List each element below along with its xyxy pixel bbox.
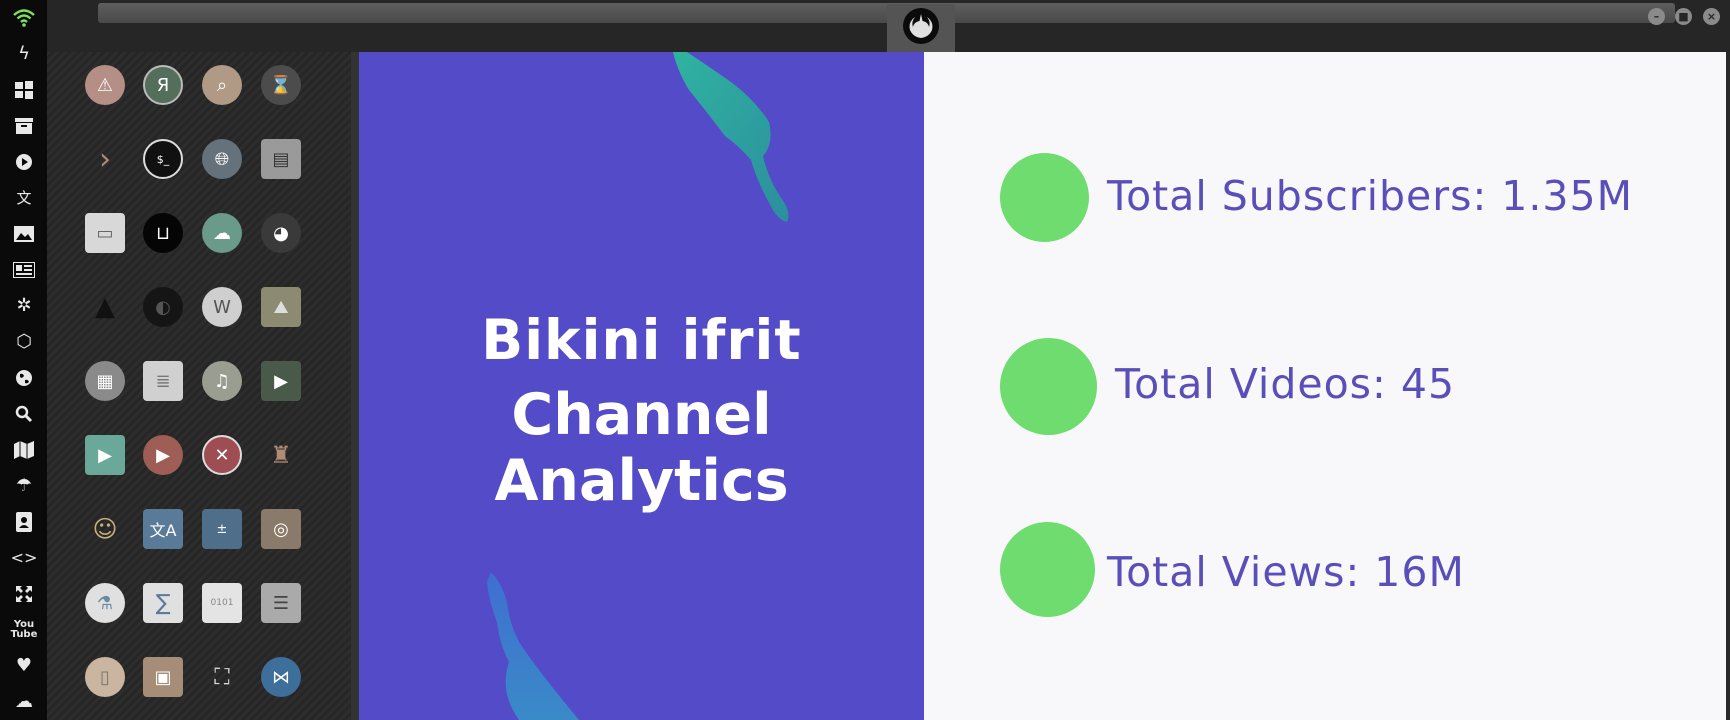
- minimize-button[interactable]: –: [1648, 8, 1665, 25]
- window-tab[interactable]: [887, 4, 955, 52]
- heart-icon[interactable]: ♥: [10, 652, 38, 680]
- expand-icon[interactable]: [10, 580, 38, 608]
- slide-stats-panel: Total Subscribers: 1.35M Total Videos: 4…: [924, 52, 1726, 720]
- document-icon[interactable]: ▯: [85, 657, 125, 697]
- slide-title-line2: Channel Analytics: [494, 382, 789, 514]
- search-icon[interactable]: [10, 400, 38, 428]
- video-icon[interactable]: ▶: [261, 361, 301, 401]
- media-player-icon[interactable]: ▶: [85, 435, 125, 475]
- notebook-icon[interactable]: ≣: [143, 361, 183, 401]
- calculator-icon[interactable]: ±: [202, 509, 242, 549]
- document-stack-icon[interactable]: ▦: [85, 361, 125, 401]
- stat-bullet-dot: [1000, 338, 1097, 435]
- binary-file-icon[interactable]: 0101: [202, 583, 242, 623]
- image-viewer-icon[interactable]: ▣: [143, 657, 183, 697]
- wifi-icon[interactable]: [10, 4, 38, 32]
- text-editor-icon[interactable]: ☰: [261, 583, 301, 623]
- close-circle-icon[interactable]: ✕: [202, 435, 242, 475]
- close-button[interactable]: ×: [1703, 8, 1720, 25]
- hourglass-icon[interactable]: ⌛: [261, 65, 301, 105]
- sigma-icon[interactable]: ∑: [143, 583, 183, 623]
- windows-icon[interactable]: [10, 76, 38, 104]
- lab-flask-icon[interactable]: ⚗: [85, 583, 125, 623]
- total-videos-stat: Total Videos: 45: [1115, 360, 1456, 408]
- video-player-icon[interactable]: ▶: [143, 435, 183, 475]
- world-map-icon[interactable]: ⛰: [261, 287, 301, 327]
- yandex-browser-icon[interactable]: Я: [143, 65, 183, 105]
- terminal-icon[interactable]: $_: [143, 139, 183, 179]
- wikipedia-icon[interactable]: W: [202, 287, 242, 327]
- vscode-icon[interactable]: ⋈: [261, 657, 301, 697]
- umbrella-icon[interactable]: ☂: [10, 472, 38, 500]
- warning-icon[interactable]: ⚠: [85, 65, 125, 105]
- youtube-icon[interactable]: You Tube: [10, 616, 38, 644]
- file-cabinet-icon[interactable]: ▤: [261, 139, 301, 179]
- contacts-icon[interactable]: [10, 508, 38, 536]
- c3po-icon[interactable]: ☺: [85, 509, 125, 549]
- cloud-icon[interactable]: ☁: [10, 688, 38, 716]
- music-icon[interactable]: ♫: [202, 361, 242, 401]
- presentation-icon[interactable]: ⛶: [202, 657, 242, 697]
- globe-icon[interactable]: [10, 364, 38, 392]
- archive-icon[interactable]: [10, 112, 38, 140]
- rebel-alliance-icon: [903, 8, 939, 44]
- slide-title-line1: Bikini ifrit: [481, 308, 802, 372]
- maximize-button[interactable]: ■: [1675, 8, 1692, 25]
- stat-bullet-dot: [1000, 522, 1095, 617]
- translator-icon[interactable]: 文A: [143, 509, 183, 549]
- window-right-edge: [1726, 52, 1730, 720]
- window-icon[interactable]: ▭: [85, 213, 125, 253]
- image-icon[interactable]: [10, 220, 38, 248]
- total-subscribers-stat: Total Subscribers: 1.35M: [1107, 172, 1633, 220]
- stat-bullet-dot: [1000, 153, 1089, 242]
- lightning-icon[interactable]: ϟ: [10, 40, 38, 68]
- news-icon[interactable]: [10, 256, 38, 284]
- camera-app-icon[interactable]: ◎: [261, 509, 301, 549]
- left-dock: ϟ 文 ✲ ⬡ ☂ <> You Tube ♥ ☁: [0, 0, 47, 720]
- death-star-icon[interactable]: ◐: [143, 287, 183, 327]
- panel-divider[interactable]: [351, 52, 359, 720]
- window-top-bar: – ■ ×: [47, 0, 1730, 52]
- terminal-chevron-icon[interactable]: ›: [85, 139, 125, 179]
- hexagon-icon[interactable]: ⬡: [10, 328, 38, 356]
- droid-icon[interactable]: ♜: [261, 435, 301, 475]
- play-circle-icon[interactable]: [10, 148, 38, 176]
- translate-icon[interactable]: 文: [10, 184, 38, 212]
- github-icon[interactable]: ◕: [261, 213, 301, 253]
- globe-icon[interactable]: 🌐︎: [202, 139, 242, 179]
- starfleet-icon[interactable]: ▲: [85, 287, 125, 327]
- code-icon[interactable]: <>: [10, 544, 38, 572]
- cloud-lock-icon[interactable]: ☁: [202, 213, 242, 253]
- bracket-app-icon[interactable]: ⊔: [143, 213, 183, 253]
- search-icon[interactable]: ⌕: [202, 65, 242, 105]
- slide-title-panel: Bikini ifrit Channel Analytics: [359, 52, 924, 720]
- total-views-stat: Total Views: 16M: [1107, 548, 1465, 596]
- map-icon[interactable]: [10, 436, 38, 464]
- empire-icon[interactable]: ✲: [10, 292, 38, 320]
- app-grid: ⚠ Я ⌕ ⌛ › $_ 🌐︎ ▤ ▭ ⊔ ☁ ◕ ▲ ◐ W ⛰ ▦ ≣ ♫ …: [47, 52, 351, 720]
